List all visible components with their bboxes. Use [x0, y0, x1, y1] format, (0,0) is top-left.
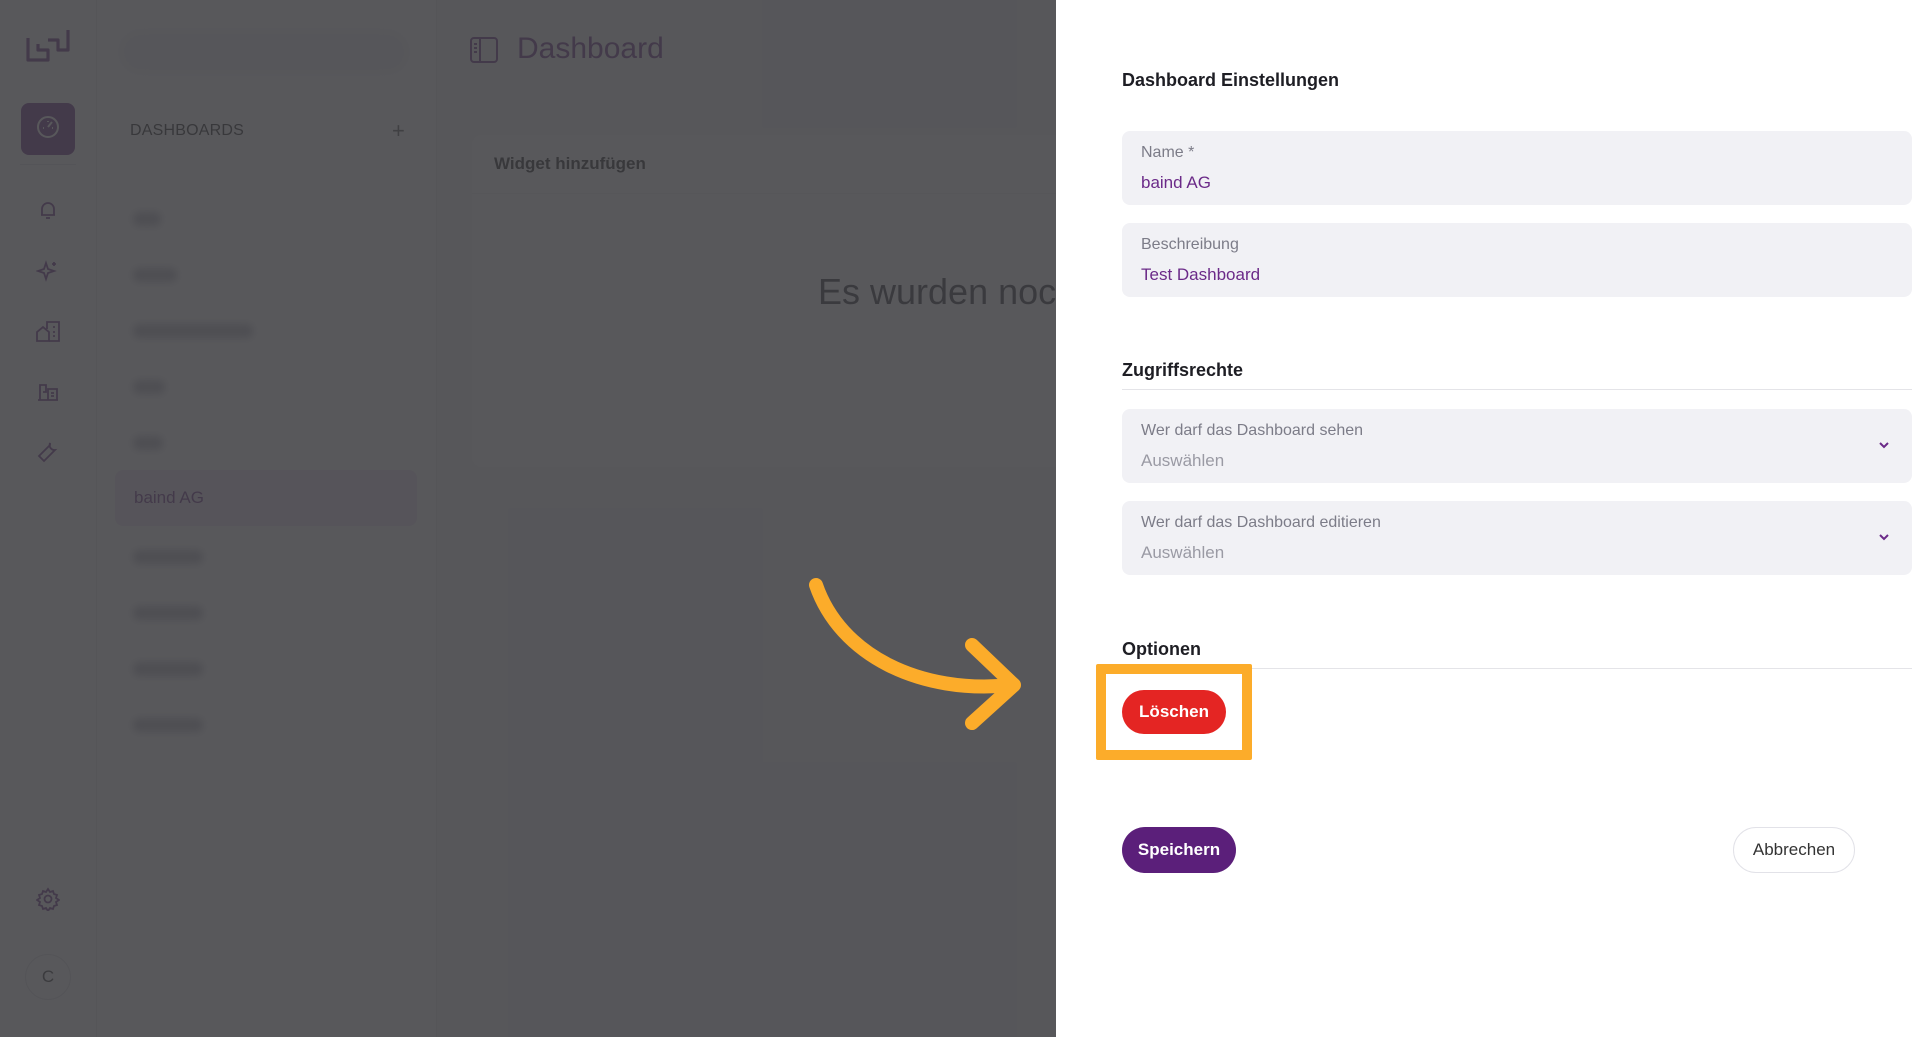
wrench-icon[interactable] — [30, 433, 66, 469]
page-title: Dashboard — [517, 32, 664, 65]
cancel-button[interactable]: Abbrechen — [1733, 827, 1855, 873]
dashboard-item-label: baind AG — [134, 488, 204, 507]
save-button[interactable]: Speichern — [1122, 827, 1236, 873]
dashboards-panel: DASHBOARDS + baind AG — [97, 0, 437, 1037]
settings-drawer: Dashboard Einstellungen Name * baind AG … — [1056, 0, 1920, 1037]
drawer-title: Dashboard Einstellungen — [1122, 70, 1340, 90]
edit-permission-label: Wer darf das Dashboard editieren — [1141, 514, 1381, 531]
sidebar-toggle-icon[interactable] — [469, 36, 499, 64]
list-item-blurred[interactable] — [133, 718, 203, 732]
description-field[interactable]: Beschreibung Test Dashboard — [1122, 223, 1912, 297]
avatar-initial: C — [41, 967, 55, 986]
edit-permission-select[interactable]: Wer darf das Dashboard editieren Auswähl… — [1122, 501, 1912, 575]
name-field-label: Name * — [1141, 144, 1195, 161]
dashboards-heading: DASHBOARDS — [130, 122, 245, 139]
access-section-title: Zugriffsrechte — [1122, 360, 1244, 380]
list-item-blurred[interactable] — [133, 550, 203, 564]
icon-rail: C — [0, 0, 97, 1037]
sparkle-icon[interactable] — [30, 253, 66, 289]
edit-permission-placeholder: Auswählen — [1141, 543, 1225, 562]
add-dashboard-button[interactable]: + — [392, 118, 405, 144]
chevron-down-icon[interactable] — [1874, 435, 1894, 455]
blocks-icon[interactable] — [30, 373, 66, 409]
description-field-label: Beschreibung — [1141, 236, 1239, 253]
bell-icon[interactable] — [30, 192, 66, 228]
logo-icon[interactable] — [24, 24, 72, 72]
name-field-value[interactable]: baind AG — [1141, 173, 1211, 193]
annotation-arrow-icon — [809, 578, 1021, 730]
view-permission-placeholder: Auswählen — [1141, 451, 1225, 470]
chevron-down-icon[interactable] — [1874, 527, 1894, 547]
widget-card-title[interactable]: Widget hinzufügen — [472, 135, 1092, 194]
dashboard-item-selected[interactable]: baind AG — [115, 470, 417, 526]
list-item-blurred[interactable] — [133, 436, 163, 450]
options-section-title: Optionen — [1122, 639, 1201, 659]
buildings-icon[interactable] — [30, 313, 66, 349]
dashboard-nav-button[interactable] — [21, 103, 75, 155]
name-field[interactable]: Name * baind AG — [1122, 131, 1912, 205]
list-item-blurred[interactable] — [133, 212, 161, 226]
gear-icon[interactable] — [30, 881, 66, 917]
list-item-blurred[interactable] — [133, 662, 203, 676]
rail-divider — [20, 164, 76, 165]
list-item-blurred[interactable] — [133, 606, 203, 620]
view-permission-select[interactable]: Wer darf das Dashboard sehen Auswählen — [1122, 409, 1912, 483]
list-item-blurred[interactable] — [133, 324, 253, 338]
description-field-value[interactable]: Test Dashboard — [1141, 265, 1260, 285]
widget-card: Widget hinzufügen Es wurden noc — [472, 135, 1092, 467]
empty-state-message: Es wurden noc — [818, 271, 1057, 312]
list-item-blurred[interactable] — [133, 380, 165, 394]
search-field-blurred[interactable] — [119, 30, 409, 74]
view-permission-label: Wer darf das Dashboard sehen — [1141, 422, 1364, 439]
delete-button[interactable]: Löschen — [1122, 690, 1226, 734]
list-item-blurred[interactable] — [133, 268, 177, 282]
main-content: Dashboard Widget hinzufügen Es wurden no… — [437, 0, 1092, 1037]
avatar[interactable]: C — [25, 954, 71, 1000]
divider — [1122, 389, 1912, 390]
dashboard-icon — [35, 114, 61, 145]
